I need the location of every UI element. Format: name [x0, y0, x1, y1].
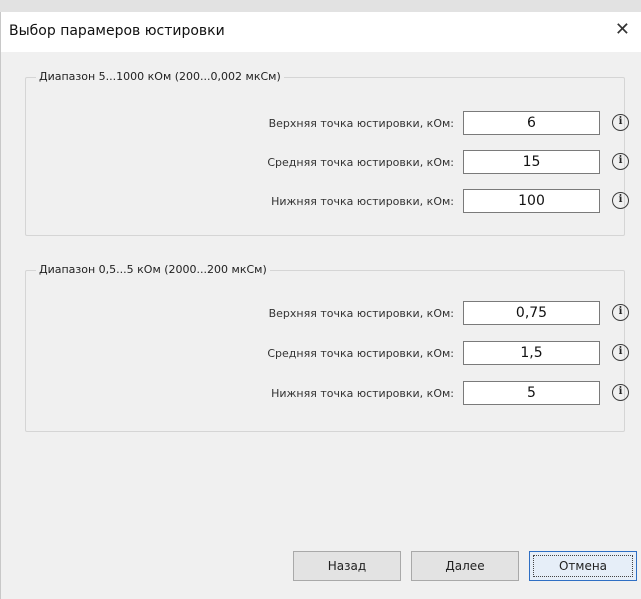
lower-point-input[interactable]: 100 [463, 189, 600, 213]
upper-point-label: Верхняя точка юстировки, кОм: [268, 117, 454, 130]
next-button[interactable]: Далее [411, 551, 519, 581]
cancel-button[interactable]: Отмена [529, 551, 637, 581]
group-legend: Диапазон 5...1000 кОм (200...0,002 мкСм) [36, 70, 284, 83]
middle-point-label: Средняя точка юстировки, кОм: [267, 156, 454, 169]
lower-point-label: Нижняя точка юстировки, кОм: [271, 387, 454, 400]
middle-point-row: Средняя точка юстировки, кОм: 1,5 i [26, 341, 629, 367]
middle-point-input[interactable]: 1,5 [463, 341, 600, 365]
dialog-title: Выбор парамеров юстировки [9, 23, 225, 39]
lower-point-input[interactable]: 5 [463, 381, 600, 405]
range-group-low: Диапазон 0,5...5 кОм (2000...200 мкСм) В… [25, 263, 629, 432]
upper-point-row: Верхняя точка юстировки, кОм: 6 i [26, 111, 629, 137]
lower-point-row: Нижняя точка юстировки, кОм: 5 i [26, 381, 629, 407]
dialog-window: Выбор парамеров юстировки ✕ Диапазон 5..… [0, 12, 641, 599]
upper-point-input[interactable]: 6 [463, 111, 600, 135]
info-icon[interactable]: i [612, 344, 629, 361]
middle-point-input[interactable]: 15 [463, 150, 600, 174]
upper-point-input[interactable]: 0,75 [463, 301, 600, 325]
range-group-high: Диапазон 5...1000 кОм (200...0,002 мкСм)… [25, 70, 629, 236]
close-icon[interactable]: ✕ [615, 20, 630, 40]
back-button[interactable]: Назад [293, 551, 401, 581]
cancel-button-label: Отмена [558, 559, 608, 573]
upper-point-label: Верхняя точка юстировки, кОм: [268, 307, 454, 320]
info-icon[interactable]: i [612, 384, 629, 401]
info-icon[interactable]: i [612, 192, 629, 209]
middle-point-label: Средняя точка юстировки, кОм: [267, 347, 454, 360]
info-icon[interactable]: i [612, 153, 629, 170]
info-icon[interactable]: i [612, 304, 629, 321]
middle-point-row: Средняя точка юстировки, кОм: 15 i [26, 150, 629, 176]
upper-point-row: Верхняя точка юстировки, кОм: 0,75 i [26, 301, 629, 327]
top-strip [0, 0, 641, 12]
lower-point-row: Нижняя точка юстировки, кОм: 100 i [26, 189, 629, 215]
title-bar: Выбор парамеров юстировки ✕ [1, 12, 641, 52]
group-legend: Диапазон 0,5...5 кОм (2000...200 мкСм) [36, 263, 270, 276]
lower-point-label: Нижняя точка юстировки, кОм: [271, 195, 454, 208]
info-icon[interactable]: i [612, 114, 629, 131]
